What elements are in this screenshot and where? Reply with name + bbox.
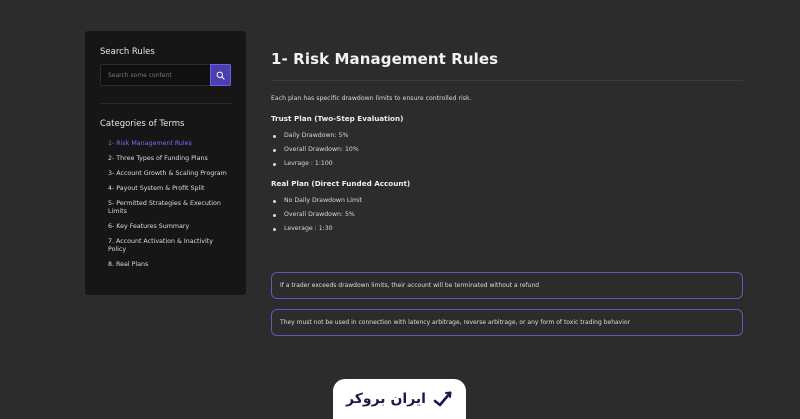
list-item-text: Overall Drawdown: 5% (284, 211, 355, 218)
title-divider (271, 80, 743, 81)
toxic-trading-notice: They must not be used in connection with… (271, 309, 743, 336)
page: Search Rules Categories of Terms 1- Risk… (0, 0, 800, 419)
real-plan-list: No Daily Drawdown Limit Overall Drawdown… (271, 197, 743, 233)
category-list: 1- Risk Management Rules 2- Three Types … (100, 140, 231, 270)
sidebar: Search Rules Categories of Terms 1- Risk… (85, 31, 246, 295)
list-item: Leverage : 1:30 (273, 225, 743, 233)
search-icon (216, 71, 225, 80)
list-item: Levrage : 1:100 (273, 160, 743, 168)
category-item-key-features[interactable]: 6- Key Features Summary (108, 223, 231, 232)
list-item-text: Levrage : 1:100 (284, 160, 333, 167)
logo-text: ایران بروکر (346, 391, 426, 407)
intro-text: Each plan has specific drawdown limits t… (271, 95, 472, 102)
list-item-text: Overall Drawdown: 10% (284, 146, 359, 153)
category-item-payout-system[interactable]: 4- Payout System & Profit Split (108, 185, 231, 194)
bullet-icon (273, 162, 276, 166)
search-heading: Search Rules (100, 47, 155, 57)
category-item-account-activation[interactable]: 7. Account Activation & Inactivity Polic… (108, 238, 231, 255)
list-item-text: Leverage : 1:30 (284, 225, 333, 232)
bullet-icon (273, 227, 276, 231)
real-plan-heading: Real Plan (Direct Funded Account) (271, 179, 411, 188)
bullet-icon (273, 134, 276, 138)
bullet-icon (273, 148, 276, 152)
list-item: Overall Drawdown: 10% (273, 146, 743, 154)
trust-plan-list: Daily Drawdown: 5% Overall Drawdown: 10%… (271, 132, 743, 168)
search-input[interactable] (100, 64, 210, 86)
search-row (100, 64, 231, 86)
bullet-icon (273, 199, 276, 203)
main-content: 1- Risk Management Rules Each plan has s… (271, 50, 743, 239)
brand-logo: ایران بروکر (333, 379, 466, 419)
trust-plan-heading: Trust Plan (Two-Step Evaluation) (271, 114, 404, 123)
category-item-account-growth[interactable]: 3- Account Growth & Scaling Program (108, 170, 231, 179)
list-item-text: No Daily Drawdown Limit (284, 197, 363, 204)
categories-heading: Categories of Terms (100, 119, 185, 129)
bullet-icon (273, 213, 276, 217)
page-title: 1- Risk Management Rules (271, 50, 499, 68)
search-button[interactable] (210, 64, 231, 86)
category-item-permitted-strategies[interactable]: 5- Permitted Strategies & Execution Limi… (108, 200, 231, 217)
drawdown-notice: If a trader exceeds drawdown limits, the… (271, 272, 743, 299)
list-item: Daily Drawdown: 5% (273, 132, 743, 140)
category-item-real-plans[interactable]: 8. Real Plans (108, 261, 231, 270)
category-item-risk-management[interactable]: 1- Risk Management Rules (108, 140, 231, 149)
list-item-text: Daily Drawdown: 5% (284, 132, 349, 139)
sidebar-divider (100, 103, 231, 104)
trend-check-icon (433, 391, 452, 407)
list-item: Overall Drawdown: 5% (273, 211, 743, 219)
list-item: No Daily Drawdown Limit (273, 197, 743, 205)
category-item-funding-plans[interactable]: 2- Three Types of Funding Plans (108, 155, 231, 164)
